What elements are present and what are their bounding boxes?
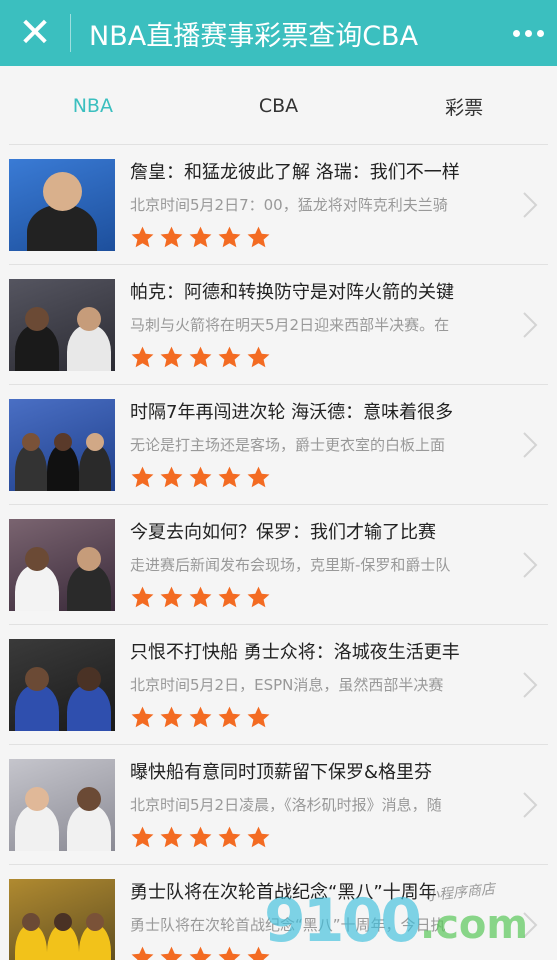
chevron-right-icon [523,672,538,698]
star-icon [247,466,270,488]
tab-cba[interactable]: CBA [186,66,372,146]
star-icon [160,226,183,248]
article-item[interactable]: 曝快船有意同时顶薪留下保罗&格里芬 北京时间5月2日凌晨，《洛杉矶时报》消息，随 [9,745,548,865]
star-icon [131,586,154,608]
article-item[interactable]: 今夏去向如何？保罗：我们才输了比赛 走进赛后新闻发布会现场，克里斯-保罗和爵士队 [9,505,548,625]
star-icon [247,826,270,848]
star-icon [247,706,270,728]
star-icon [218,706,241,728]
star-icon [160,346,183,368]
star-rating [130,705,510,731]
article-summary: 无论是打主场还是客场，爵士更衣室的白板上面 [130,436,446,454]
chevron-right-icon [523,432,538,458]
star-icon [189,466,212,488]
star-rating [130,945,510,960]
star-icon [189,346,212,368]
chevron-right-icon [523,552,538,578]
star-icon [247,226,270,248]
star-icon [131,466,154,488]
star-icon [189,706,212,728]
article-item[interactable]: 时隔7年再闯进次轮 海沃德：意味着很多 无论是打主场还是客场，爵士更衣室的白板上面 [9,385,548,505]
article-info: 曝快船有意同时顶薪留下保罗&格里芬 北京时间5月2日凌晨，《洛杉矶时报》消息，随 [130,759,510,851]
star-icon [131,706,154,728]
star-icon [131,826,154,848]
star-icon [131,226,154,248]
page-title: NBA直播赛事彩票查询CBA [89,20,419,52]
star-icon [160,946,183,960]
star-icon [247,586,270,608]
article-list: 詹皇：和猛龙彼此了解 洛瑞：我们不一样 北京时间5月2日7：00，猛龙将对阵克利夫… [9,144,548,960]
article-summary: 北京时间5月2日7：00，猛龙将对阵克利夫兰骑 [130,196,448,214]
article-summary: 走进赛后新闻发布会现场，克里斯-保罗和爵士队 [130,556,451,574]
article-info: 只恨不打快船 勇士众将：洛城夜生活更丰 北京时间5月2日，ESPN消息，虽然西部半… [130,639,510,731]
article-item[interactable]: 只恨不打快船 勇士众将：洛城夜生活更丰 北京时间5月2日，ESPN消息，虽然西部半… [9,625,548,745]
article-thumbnail [9,759,115,851]
article-title: 詹皇：和猛龙彼此了解 洛瑞：我们不一样 [130,162,460,183]
star-icon [131,346,154,368]
star-icon [189,946,212,960]
chevron-right-icon [523,792,538,818]
star-rating [130,225,510,251]
article-title: 帕克：阿德和转换防守是对阵火箭的关键 [130,282,454,303]
article-item[interactable]: 詹皇：和猛龙彼此了解 洛瑞：我们不一样 北京时间5月2日7：00，猛龙将对阵克利夫… [9,145,548,265]
article-info: 帕克：阿德和转换防守是对阵火箭的关键 马刺与火箭将在明天5月2日迎来西部半决赛。在 [130,279,510,371]
chevron-right-icon [523,192,538,218]
chevron-right-icon [523,312,538,338]
article-thumbnail [9,159,115,251]
star-icon [247,346,270,368]
article-item[interactable]: 勇士队将在次轮首战纪念“黑八”十周年 勇士队将在次轮首战纪念“黑八”十周年，今日执 [9,865,548,960]
article-info: 今夏去向如何？保罗：我们才输了比赛 走进赛后新闻发布会现场，克里斯-保罗和爵士队 [130,519,510,611]
article-info: 勇士队将在次轮首战纪念“黑八”十周年 勇士队将在次轮首战纪念“黑八”十周年，今日执 [130,879,510,960]
star-rating [130,825,510,851]
star-icon [218,346,241,368]
chevron-right-icon [523,912,538,938]
tab-nba[interactable]: NBA [0,66,186,146]
star-icon [160,466,183,488]
article-summary: 马刺与火箭将在明天5月2日迎来西部半决赛。在 [130,316,450,334]
star-icon [189,226,212,248]
star-rating [130,585,510,611]
top-bar: ✕ NBA直播赛事彩票查询CBA [0,0,557,66]
article-thumbnail [9,279,115,371]
article-thumbnail [9,519,115,611]
article-title: 曝快船有意同时顶薪留下保罗&格里芬 [130,762,433,783]
star-rating [130,345,510,371]
star-icon [160,586,183,608]
star-icon [218,826,241,848]
article-info: 詹皇：和猛龙彼此了解 洛瑞：我们不一样 北京时间5月2日7：00，猛龙将对阵克利夫… [130,159,510,251]
tab-bar: NBA CBA 彩票 [0,66,557,146]
star-icon [218,226,241,248]
star-icon [247,946,270,960]
star-icon [218,466,241,488]
article-item[interactable]: 帕克：阿德和转换防守是对阵火箭的关键 马刺与火箭将在明天5月2日迎来西部半决赛。在 [9,265,548,385]
star-icon [218,946,241,960]
star-icon [160,706,183,728]
star-rating [130,465,510,491]
article-summary: 北京时间5月2日，ESPN消息，虽然西部半决赛 [130,676,444,694]
article-summary: 勇士队将在次轮首战纪念“黑八”十周年，今日执 [130,916,446,934]
article-summary: 北京时间5月2日凌晨，《洛杉矶时报》消息，随 [130,796,442,814]
article-title: 时隔7年再闯进次轮 海沃德：意味着很多 [130,402,454,423]
star-icon [160,826,183,848]
star-icon [218,586,241,608]
tab-lottery[interactable]: 彩票 [371,66,557,146]
star-icon [131,946,154,960]
close-icon[interactable]: ✕ [0,0,70,66]
article-title: 只恨不打快船 勇士众将：洛城夜生活更丰 [130,642,460,663]
article-title: 勇士队将在次轮首战纪念“黑八”十周年 [130,882,437,903]
article-thumbnail [9,399,115,491]
star-icon [189,586,212,608]
article-thumbnail [9,639,115,731]
more-dots-icon[interactable] [499,0,557,66]
article-title: 今夏去向如何？保罗：我们才输了比赛 [130,522,436,543]
article-thumbnail [9,879,115,960]
star-icon [189,826,212,848]
article-info: 时隔7年再闯进次轮 海沃德：意味着很多 无论是打主场还是客场，爵士更衣室的白板上面 [130,399,510,491]
